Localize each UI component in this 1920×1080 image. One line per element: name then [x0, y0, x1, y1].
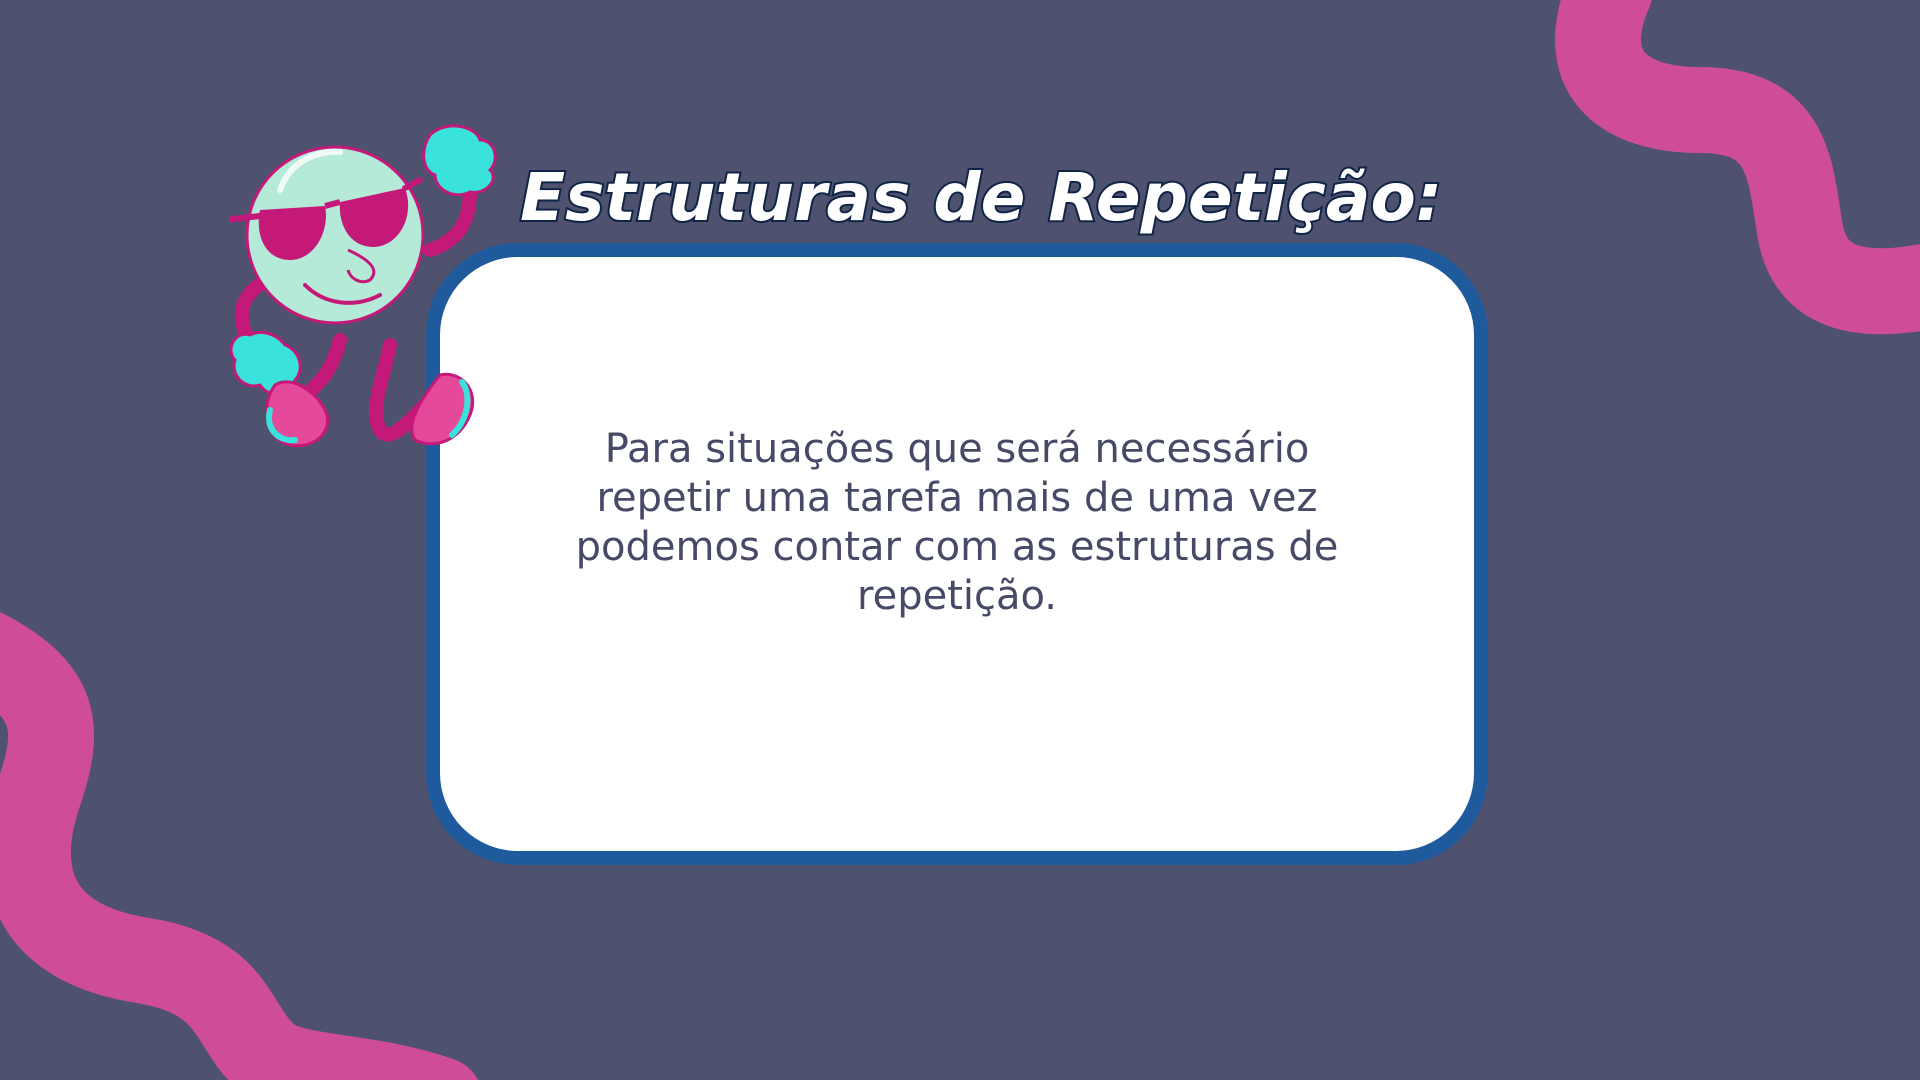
- content-card: Para situações que será necessário repet…: [426, 243, 1488, 865]
- squiggle-bottom-left: [0, 612, 478, 1080]
- slide-title: Estruturas de Repetição:: [518, 157, 1444, 238]
- body-text: Para situações que será necessário repet…: [575, 426, 1339, 619]
- cartoon-ball-with-sunglasses-icon: [230, 124, 497, 448]
- squiggle-top-right: [1555, 0, 1920, 335]
